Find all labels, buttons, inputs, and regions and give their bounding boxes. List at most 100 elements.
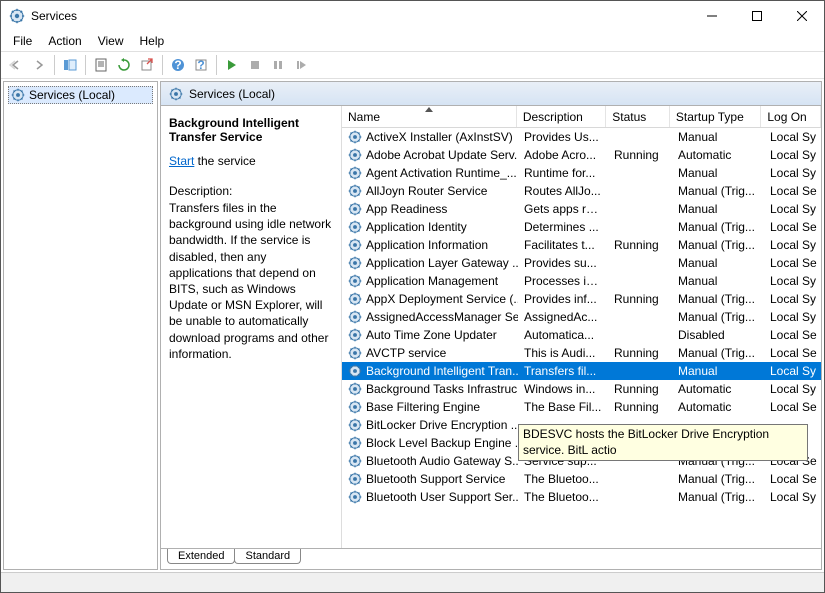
gear-icon [169,87,183,101]
cell-startup: Automatic [672,400,764,414]
table-row[interactable]: App ReadinessGets apps re...ManualLocal … [342,200,821,218]
gear-icon [348,346,362,360]
cell-description: Facilitates t... [518,238,608,252]
cell-status: Running [608,400,672,414]
gear-icon [348,364,362,378]
column-startup-type[interactable]: Startup Type [670,106,761,127]
cell-status: Running [608,238,672,252]
gear-icon [348,310,362,324]
service-rows[interactable]: ActiveX Installer (AxInstSV)Provides Us.… [342,128,821,549]
tree-item-services-local[interactable]: Services (Local) [8,86,153,104]
stop-service-button[interactable] [244,54,266,76]
cell-name: BitLocker Drive Encryption ... [342,418,518,432]
table-row[interactable]: Bluetooth Support ServiceThe Bluetoo...M… [342,470,821,488]
cell-status: Running [608,292,672,306]
cell-description: Provides Us... [518,130,608,144]
gear-icon [348,184,362,198]
menu-help[interactable]: Help [134,32,171,50]
gear-icon [348,436,362,450]
table-row[interactable]: Bluetooth User Support Ser...The Bluetoo… [342,488,821,506]
start-service-button[interactable] [221,54,243,76]
view-tabs: Extended Standard [161,548,821,568]
cell-description: Provides inf... [518,292,608,306]
restart-service-button[interactable] [290,54,312,76]
cell-name: Base Filtering Engine [342,400,518,414]
table-row[interactable]: AllJoyn Router ServiceRoutes AllJo...Man… [342,182,821,200]
cell-name: App Readiness [342,202,518,216]
table-row[interactable]: AppX Deployment Service (...Provides inf… [342,290,821,308]
gear-icon [348,130,362,144]
table-row[interactable]: Application InformationFacilitates t...R… [342,236,821,254]
toolbar: ? ? [1,51,824,79]
cell-description: Windows in... [518,382,608,396]
export-button[interactable] [136,54,158,76]
cell-logon: Local Sy [764,274,821,288]
show-hide-tree-button[interactable] [59,54,81,76]
cell-name: Application Identity [342,220,518,234]
table-row[interactable]: Application ManagementProcesses in...Man… [342,272,821,290]
menubar: File Action View Help [1,31,824,51]
cell-description: Runtime for... [518,166,608,180]
close-button[interactable] [779,1,824,31]
cell-logon: Local Sy [764,202,821,216]
cell-startup: Manual [672,364,764,378]
table-row[interactable]: ActiveX Installer (AxInstSV)Provides Us.… [342,128,821,146]
table-row[interactable]: Application IdentityDetermines ...Manual… [342,218,821,236]
menu-action[interactable]: Action [42,32,87,50]
column-description[interactable]: Description [517,106,606,127]
forward-button[interactable] [28,54,50,76]
gear-icon [11,88,25,102]
table-row[interactable]: Adobe Acrobat Update Serv...Adobe Acro..… [342,146,821,164]
cell-startup: Manual (Trig... [672,220,764,234]
table-row[interactable]: Background Tasks Infrastruc...Windows in… [342,380,821,398]
table-row[interactable]: Auto Time Zone UpdaterAutomatica...Disab… [342,326,821,344]
statusbar [1,572,824,592]
menu-view[interactable]: View [92,32,130,50]
svg-text:?: ? [197,58,204,72]
cell-logon: Local Sy [764,292,821,306]
refresh-button[interactable] [113,54,135,76]
minimize-button[interactable] [689,1,734,31]
cell-description: The Bluetoo... [518,490,608,504]
table-row[interactable]: AVCTP serviceThis is Audi...RunningManua… [342,344,821,362]
detail-pane: Background Intelligent Transfer Service … [161,106,341,549]
gear-icon [348,400,362,414]
tab-standard[interactable]: Standard [234,549,301,564]
pause-service-button[interactable] [267,54,289,76]
table-row[interactable]: Background Intelligent Tran...Transfers … [342,362,821,380]
cell-name: AssignedAccessManager Se... [342,310,518,324]
cell-startup: Manual [672,130,764,144]
table-row[interactable]: Base Filtering EngineThe Base Fil...Runn… [342,398,821,416]
help-topics-button[interactable]: ? [190,54,212,76]
cell-startup: Automatic [672,148,764,162]
properties-button[interactable] [90,54,112,76]
cell-logon: Local Sy [764,490,821,504]
cell-description: Processes in... [518,274,608,288]
selected-service-name: Background Intelligent Transfer Service [169,116,333,144]
gear-icon [348,274,362,288]
start-link[interactable]: Start [169,154,194,168]
gear-icon [348,256,362,270]
gear-icon [348,238,362,252]
tab-extended[interactable]: Extended [167,549,235,564]
table-row[interactable]: Agent Activation Runtime_...Runtime for.… [342,164,821,182]
table-row[interactable]: AssignedAccessManager Se...AssignedAc...… [342,308,821,326]
column-log-on[interactable]: Log On [761,106,821,127]
gear-icon [348,490,362,504]
table-row[interactable]: Application Layer Gateway ...Provides su… [342,254,821,272]
help-button[interactable]: ? [167,54,189,76]
menu-file[interactable]: File [7,32,38,50]
titlebar: Services [1,1,824,31]
cell-status: Running [608,346,672,360]
gear-icon [348,292,362,306]
content-pane: Services (Local) Background Intelligent … [160,81,822,570]
column-name[interactable]: Name [342,106,517,127]
tree-item-label: Services (Local) [29,88,115,102]
back-button[interactable] [5,54,27,76]
column-status[interactable]: Status [606,106,670,127]
maximize-button[interactable] [734,1,779,31]
cell-logon: Local Se [764,472,821,486]
cell-startup: Manual (Trig... [672,310,764,324]
cell-status: Running [608,148,672,162]
cell-logon: Local Se [764,256,821,270]
